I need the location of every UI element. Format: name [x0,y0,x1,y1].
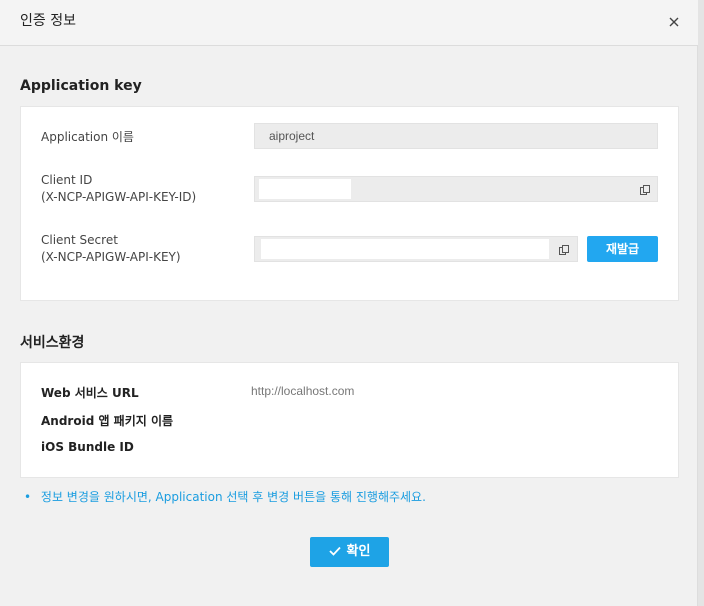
copy-icon[interactable] [558,243,570,255]
client-id-masked-value [259,179,351,199]
client-secret-field [254,236,578,262]
app-name-field: aiproject [254,123,658,149]
reissue-button[interactable]: 재발급 [587,236,658,262]
confirm-button[interactable]: 확인 [310,537,389,567]
web-url-value: http://localhost.com [251,384,355,398]
window-edge [698,0,704,606]
web-url-label: Web 서비스 URL [41,386,139,400]
confirm-label: 확인 [346,544,371,559]
dialog-title: 인증 정보 [20,13,76,29]
application-key-title: Application key [20,78,142,94]
android-package-label: Android 앱 패키지 이름 [41,414,174,428]
notice-bullet: • [24,490,32,504]
client-id-header-label: (X-NCP-APIGW-API-KEY-ID) [41,190,197,204]
client-id-field [254,176,658,202]
notice-text: 정보 변경을 원하시면, Application 선택 후 변경 버튼을 통해 … [40,490,426,504]
close-icon[interactable] [664,13,684,33]
client-secret-label: Client Secret [41,233,118,247]
ios-bundle-label: iOS Bundle ID [41,440,134,454]
auth-info-dialog: 인증 정보 Application key Application 이름 aip… [0,0,698,606]
app-name-label: Application 이름 [41,130,134,144]
change-notice: • 정보 변경을 원하시면, Application 선택 후 변경 버튼을 통… [24,488,426,505]
dialog-header: 인증 정보 [0,0,698,46]
client-secret-header-label: (X-NCP-APIGW-API-KEY) [41,250,181,264]
service-env-title: 서비스환경 [20,335,85,351]
client-id-label: Client ID [41,173,93,187]
client-secret-masked-value [261,239,549,259]
check-icon [328,546,341,556]
copy-icon[interactable] [639,183,651,195]
